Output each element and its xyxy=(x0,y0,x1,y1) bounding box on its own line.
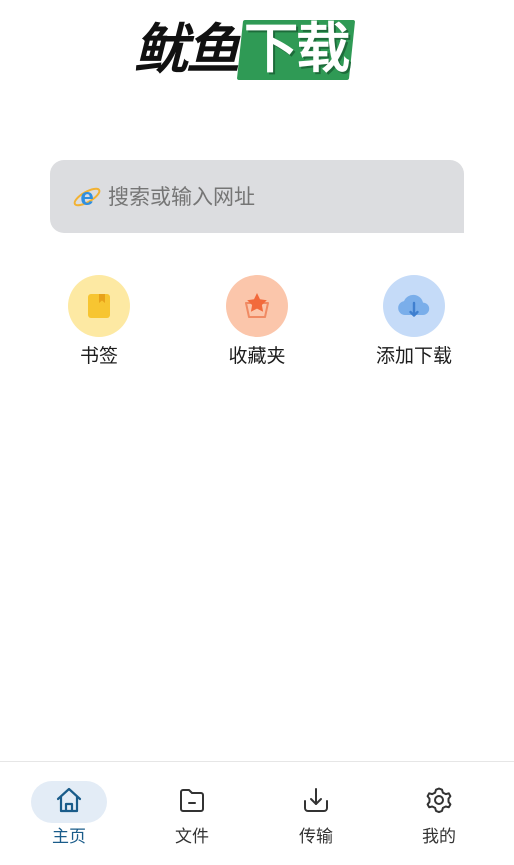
folder-icon xyxy=(177,785,207,819)
cloud-download-icon xyxy=(383,275,445,337)
quick-action-favorites[interactable]: 收藏夹 xyxy=(197,275,317,369)
nav-pill-active xyxy=(31,781,107,823)
svg-text:e: e xyxy=(80,184,93,211)
search-bar[interactable]: e xyxy=(50,160,464,233)
logo-text-green: 下载 xyxy=(244,17,349,80)
search-input[interactable] xyxy=(108,184,428,209)
nav-pill xyxy=(154,781,230,823)
home-icon xyxy=(54,785,84,819)
nav-item-home[interactable]: 主页 xyxy=(24,781,114,848)
quick-action-add-download[interactable]: 添加下载 xyxy=(354,275,474,369)
nav-label: 主页 xyxy=(52,827,86,847)
nav-label: 文件 xyxy=(175,827,209,847)
logo-text-dark: 鱿鱼 xyxy=(134,18,240,81)
gear-icon xyxy=(424,785,454,819)
nav-item-files[interactable]: 文件 xyxy=(147,781,237,848)
download-tray-icon xyxy=(301,785,331,819)
nav-label: 传输 xyxy=(299,827,333,847)
app-logo: 鱿鱼 下载 xyxy=(134,14,356,86)
nav-label: 我的 xyxy=(422,827,456,847)
logo-green-block: 下载 xyxy=(236,17,356,80)
nav-item-profile[interactable]: 我的 xyxy=(394,781,484,848)
bookmark-icon xyxy=(68,275,130,337)
ie-browser-icon: e xyxy=(72,182,102,212)
nav-pill xyxy=(278,781,354,823)
star-basket-icon xyxy=(226,275,288,337)
nav-item-transfer[interactable]: 传输 xyxy=(271,781,361,848)
quick-actions: 书签 收藏夹 添加下载 xyxy=(0,275,514,375)
quick-action-bookmarks[interactable]: 书签 xyxy=(39,275,159,369)
quick-action-label: 收藏夹 xyxy=(228,345,286,367)
quick-action-label: 书签 xyxy=(79,345,118,367)
nav-pill xyxy=(401,781,477,823)
app-root: 鱿鱼 下载 e 书签 xyxy=(0,0,514,865)
quick-action-label: 添加下载 xyxy=(375,345,452,367)
bottom-nav: 主页 文件 传输 我的 xyxy=(0,761,514,865)
